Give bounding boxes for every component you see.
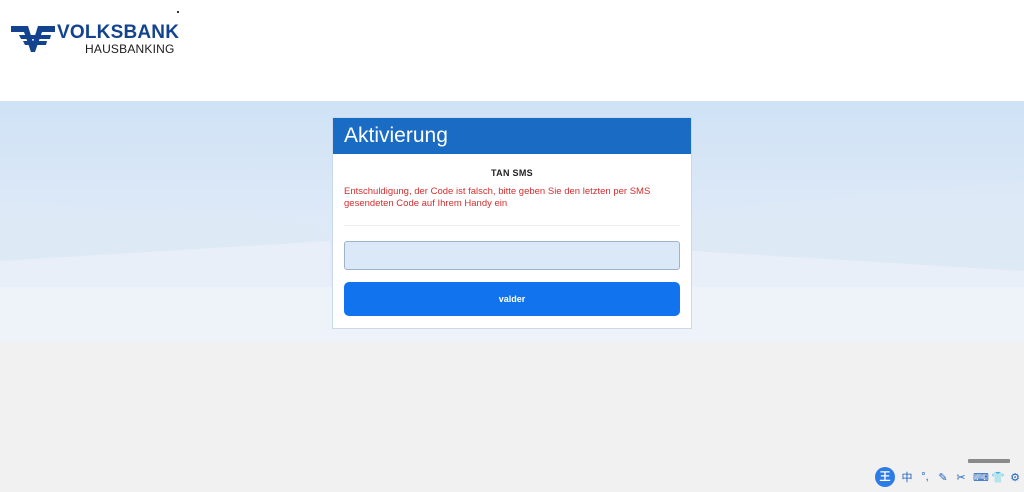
header-dot <box>177 11 179 13</box>
error-message: Entschuldigung, der Code ist falsch, bit… <box>344 186 651 209</box>
keyboard-icon[interactable]: ⌨ <box>973 471 989 484</box>
tan-sms-label: TAN SMS <box>491 168 533 178</box>
chinese-mode-icon[interactable]: 中 <box>901 469 913 485</box>
gear-icon[interactable]: ⚙ <box>1009 471 1021 484</box>
activation-card: Aktivierung TAN SMS Entschuldigung, der … <box>332 117 692 329</box>
ime-logo-icon[interactable]: 王 <box>875 467 895 487</box>
ime-handle[interactable] <box>968 459 1010 463</box>
handwrite-icon[interactable]: ✎ <box>937 471 949 484</box>
brand-name: VOLKSBANK <box>57 22 180 43</box>
brand-subtitle: HAUSBANKING <box>85 42 175 56</box>
ime-toolbar: 王 中 °, ✎ ✂ ⌨ 👕 ⚙ <box>875 466 1021 488</box>
volksbank-v-icon <box>11 26 55 52</box>
submit-button[interactable]: valder <box>344 282 680 316</box>
sms-code-input[interactable] <box>344 241 680 270</box>
site-header: VOLKSBANK HAUSBANKING <box>0 0 1024 101</box>
card-title: Aktivierung <box>333 118 691 154</box>
skin-icon[interactable]: 👕 <box>991 471 1005 484</box>
punctuation-icon[interactable]: °, <box>919 471 931 483</box>
scissors-icon[interactable]: ✂ <box>955 471 967 484</box>
volksbank-logo[interactable]: VOLKSBANK HAUSBANKING <box>11 20 201 60</box>
divider <box>344 225 680 226</box>
